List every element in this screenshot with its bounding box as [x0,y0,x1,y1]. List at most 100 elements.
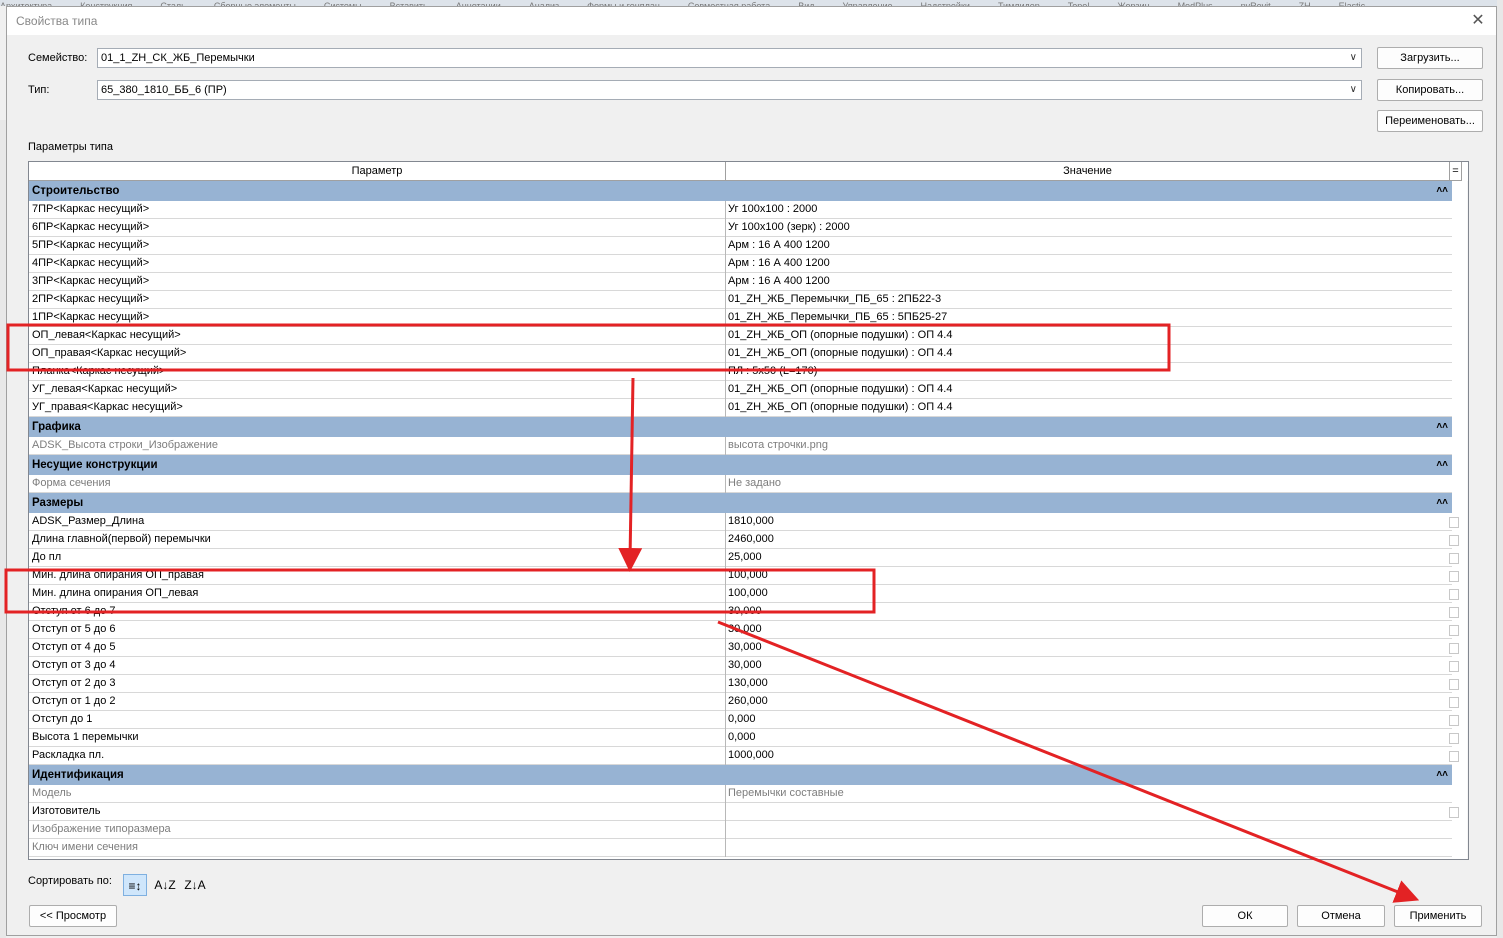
parameter-value[interactable]: 2460,000 [728,531,1448,548]
close-icon[interactable]: ✕ [1468,11,1488,31]
table-row[interactable]: 1ПР<Каркас несущий> 01_ZH_ЖБ_Перемычки_ПБ… [29,309,1452,327]
table-row[interactable]: Форма сечения Не задано [29,475,1452,493]
table-row[interactable]: УГ_левая<Каркас несущий> 01_ZH_ЖБ_ОП (опо… [29,381,1452,399]
type-combobox[interactable]: 65_380_1810_ББ_6 (ПР) ∨ [97,80,1362,100]
collapse-icon[interactable]: ˄˄ [1436,493,1448,513]
parameter-value[interactable]: Арм : 16 А 400 1200 [728,255,1448,272]
parameter-value[interactable]: высота строчки.png [728,437,1448,454]
parameter-value[interactable]: ПЛ : 5x50 (L=170) [728,363,1448,380]
parameter-value[interactable]: 01_ZH_ЖБ_Перемычки_ПБ_65 : 5ПБ25-27 [728,309,1448,326]
table-row[interactable]: 3ПР<Каркас несущий> Арм : 16 А 400 1200 [29,273,1452,291]
table-row[interactable]: Отступ от 3 до 4 30,000 [29,657,1459,675]
parameter-value[interactable]: Не задано [728,475,1448,492]
load-button[interactable]: Загрузить... [1377,47,1483,69]
formula-cell[interactable] [1449,625,1459,636]
formula-cell[interactable] [1449,589,1459,600]
formula-cell[interactable] [1449,571,1459,582]
cancel-button[interactable]: Отмена [1297,905,1385,927]
table-row[interactable]: 5ПР<Каркас несущий> Арм : 16 А 400 1200 [29,237,1452,255]
family-combobox[interactable]: 01_1_ZH_СК_ЖБ_Перемычки ∨ [97,48,1362,68]
parameter-value[interactable]: 1810,000 [728,513,1448,530]
formula-cell[interactable] [1449,661,1459,672]
collapse-icon[interactable]: ˄˄ [1436,181,1448,201]
parameter-value[interactable]: Арм : 16 А 400 1200 [728,237,1448,254]
table-row[interactable]: Отступ от 6 до 7 30,000 [29,603,1459,621]
formula-cell[interactable] [1449,751,1459,762]
apply-button[interactable]: Применить [1394,905,1482,927]
table-row[interactable]: Высота 1 перемычки 0,000 [29,729,1459,747]
group-header[interactable]: Размеры ˄˄ [29,493,1452,513]
sort-grouped-icon[interactable]: ≡↕ [123,874,147,896]
table-row[interactable]: Отступ от 2 до 3 130,000 [29,675,1459,693]
collapse-icon[interactable]: ˄˄ [1436,455,1448,475]
parameter-value[interactable]: 30,000 [728,621,1448,638]
table-row[interactable]: Раскладка пл. 1000,000 [29,747,1459,765]
formula-cell[interactable] [1449,679,1459,690]
table-row[interactable]: 2ПР<Каркас несущий> 01_ZH_ЖБ_Перемычки_ПБ… [29,291,1452,309]
parameter-value[interactable]: 01_ZH_ЖБ_ОП (опорные подушки) : ОП 4.4 [728,327,1448,344]
parameter-value[interactable]: 01_ZH_ЖБ_ОП (опорные подушки) : ОП 4.4 [728,381,1448,398]
table-row[interactable]: 7ПР<Каркас несущий> Уг 100x100 : 2000 [29,201,1452,219]
table-row[interactable]: Мин. длина опирания ОП_левая 100,000 [29,585,1459,603]
group-header[interactable]: Строительство ˄˄ [29,181,1452,201]
table-row[interactable]: Отступ от 1 до 2 260,000 [29,693,1459,711]
table-row[interactable]: Ключ имени сечения [29,839,1452,857]
table-row[interactable]: ОП_правая<Каркас несущий> 01_ZH_ЖБ_ОП (оп… [29,345,1452,363]
parameter-value[interactable]: Перемычки составные [728,785,1448,802]
table-row[interactable]: ADSK_Высота строки_Изображение высота стр… [29,437,1452,455]
table-row[interactable]: Мин. длина опирания ОП_правая 100,000 [29,567,1459,585]
preview-button[interactable]: << Просмотр [29,905,117,927]
formula-cell[interactable] [1449,535,1459,546]
table-row[interactable]: Изготовитель [29,803,1459,821]
parameter-value[interactable]: Арм : 16 А 400 1200 [728,273,1448,290]
parameter-value[interactable]: Уг 100x100 (зерк) : 2000 [728,219,1448,236]
parameter-value[interactable]: 130,000 [728,675,1448,692]
table-row[interactable]: Отступ до 1 0,000 [29,711,1459,729]
table-row[interactable]: 6ПР<Каркас несущий> Уг 100x100 (зерк) : 2… [29,219,1452,237]
parameter-value[interactable]: 1000,000 [728,747,1448,764]
parameter-value[interactable]: Уг 100x100 : 2000 [728,201,1448,218]
vertical-scrollbar[interactable] [1467,181,1468,859]
table-row[interactable]: ADSK_Размер_Длина 1810,000 [29,513,1459,531]
formula-cell[interactable] [1449,607,1459,618]
formula-cell[interactable] [1449,697,1459,708]
parameter-value[interactable]: 01_ZH_ЖБ_ОП (опорные подушки) : ОП 4.4 [728,345,1448,362]
formula-cell[interactable] [1449,643,1459,654]
sort-descending-icon[interactable]: Z↓A [183,874,207,896]
table-row[interactable]: 4ПР<Каркас несущий> Арм : 16 А 400 1200 [29,255,1452,273]
copy-button[interactable]: Копировать... [1377,79,1483,101]
table-row[interactable]: Изображение типоразмера [29,821,1452,839]
table-row[interactable]: Отступ от 4 до 5 30,000 [29,639,1459,657]
table-row[interactable]: Отступ от 5 до 6 30,000 [29,621,1459,639]
parameter-value[interactable]: 30,000 [728,639,1448,656]
sort-ascending-icon[interactable]: A↓Z [153,874,177,896]
parameter-value[interactable]: 0,000 [728,711,1448,728]
parameter-value[interactable]: 100,000 [728,567,1448,584]
ok-button[interactable]: ОК [1202,905,1288,927]
formula-cell[interactable] [1449,715,1459,726]
parameter-value[interactable]: 01_ZH_ЖБ_Перемычки_ПБ_65 : 2ПБ22-3 [728,291,1448,308]
group-header[interactable]: Несущие конструкции ˄˄ [29,455,1452,475]
formula-cell[interactable] [1449,733,1459,744]
table-row[interactable]: Длина главной(первой) перемычки 2460,000 [29,531,1459,549]
formula-cell[interactable] [1449,517,1459,528]
collapse-icon[interactable]: ˄˄ [1436,417,1448,437]
group-header[interactable]: Графика ˄˄ [29,417,1452,437]
column-header-extra[interactable]: = [1450,162,1462,181]
parameter-value[interactable]: 25,000 [728,549,1448,566]
group-header[interactable]: Идентификация ˄˄ [29,765,1452,785]
parameter-value[interactable]: 0,000 [728,729,1448,746]
parameter-value[interactable]: 260,000 [728,693,1448,710]
parameter-value[interactable]: 30,000 [728,603,1448,620]
table-row[interactable]: УГ_правая<Каркас несущий> 01_ZH_ЖБ_ОП (оп… [29,399,1452,417]
table-row[interactable]: ОП_левая<Каркас несущий> 01_ZH_ЖБ_ОП (опо… [29,327,1452,345]
column-header-parameter[interactable]: Параметр [29,162,726,181]
parameter-value[interactable]: 01_ZH_ЖБ_ОП (опорные подушки) : ОП 4.4 [728,399,1448,416]
table-row[interactable]: До пл 25,000 [29,549,1459,567]
table-row[interactable]: Планка<Каркас несущий> ПЛ : 5x50 (L=170) [29,363,1452,381]
table-row[interactable]: Модель Перемычки составные [29,785,1452,803]
formula-cell[interactable] [1449,807,1459,818]
rename-button[interactable]: Переименовать... [1377,110,1483,132]
parameter-value[interactable]: 30,000 [728,657,1448,674]
collapse-icon[interactable]: ˄˄ [1436,765,1448,785]
